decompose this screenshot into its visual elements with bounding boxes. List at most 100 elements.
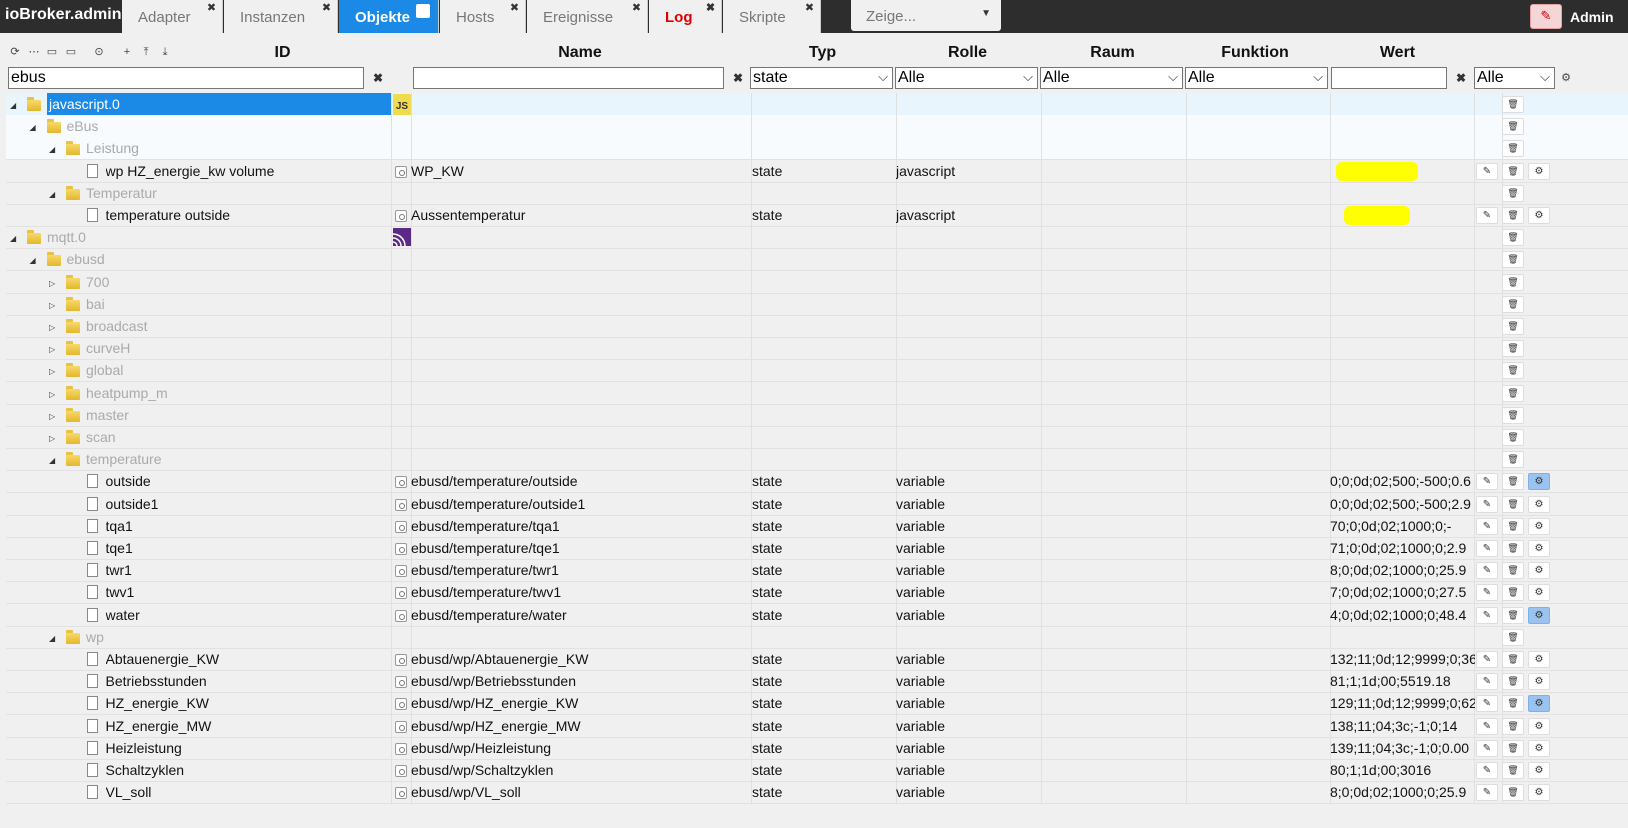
edit-button[interactable]: ✎: [1476, 673, 1498, 691]
rolle-filter-select[interactable]: Alle ⌵: [895, 67, 1038, 89]
refresh-icon[interactable]: ⟳: [8, 45, 22, 59]
expanded-arrow-icon[interactable]: ◢: [10, 101, 16, 110]
delete-button[interactable]: 🗑: [1502, 651, 1524, 668]
delete-button[interactable]: 🗑: [1502, 717, 1524, 735]
settings-button[interactable]: ⚙: [1528, 207, 1550, 224]
table-row[interactable]: ◢ eBus 🗑: [6, 115, 1628, 139]
admin-button[interactable]: ✎: [1530, 4, 1562, 29]
add-icon[interactable]: +: [120, 45, 134, 59]
settings-button[interactable]: ⚙: [1528, 162, 1550, 180]
edit-button[interactable]: ✎: [1476, 762, 1498, 779]
edit-button[interactable]: ✎: [1476, 540, 1498, 557]
table-row[interactable]: ▷ master 🗑: [6, 403, 1628, 427]
tab-hosts[interactable]: Hosts ✖: [440, 0, 526, 33]
delete-button[interactable]: 🗑: [1502, 295, 1524, 313]
tab-ereignisse[interactable]: Ereignisse ✖: [527, 0, 648, 33]
tab-log[interactable]: Log ✖: [649, 0, 722, 33]
settings-button[interactable]: ⚙: [1528, 584, 1550, 602]
edit-button[interactable]: ✎: [1476, 651, 1498, 668]
table-row[interactable]: ▷ global 🗑: [6, 359, 1628, 383]
edit-button[interactable]: ✎: [1476, 517, 1498, 535]
collapsed-arrow-icon[interactable]: ▷: [49, 345, 55, 354]
close-icon[interactable]: ✖: [321, 3, 332, 14]
edit-button[interactable]: ✎: [1476, 207, 1498, 224]
delete-button[interactable]: 🗑: [1502, 96, 1524, 113]
table-row[interactable]: HZ_energie_MW ebusd/wp/HZ_energie_MW state…: [6, 714, 1628, 738]
settings-button[interactable]: ⚙: [1528, 540, 1550, 557]
edit-button[interactable]: ✎: [1476, 784, 1498, 802]
delete-button[interactable]: 🗑: [1502, 762, 1524, 779]
table-row[interactable]: VL_soll ebusd/wp/VL_soll state variable 8;0;…: [6, 781, 1628, 805]
edit-button[interactable]: ✎: [1476, 495, 1498, 513]
column-header-raum[interactable]: Raum: [1070, 44, 1155, 62]
table-row[interactable]: ◢ mqtt.0 🗑: [6, 226, 1628, 250]
clear-icon[interactable]: ✖: [1454, 71, 1468, 85]
user-icon[interactable]: ⊙: [92, 45, 106, 59]
table-row[interactable]: Heizleistung ebusd/wp/Heizleistung state va…: [6, 736, 1628, 760]
delete-button[interactable]: 🗑: [1502, 739, 1524, 757]
table-row[interactable]: ◢ Temperatur 🗑: [6, 181, 1628, 205]
delete-button[interactable]: 🗑: [1502, 384, 1524, 402]
gear-icon[interactable]: ⚙: [1559, 71, 1573, 85]
column-header-name[interactable]: Name: [530, 44, 630, 62]
delete-button[interactable]: 🗑: [1502, 784, 1524, 802]
table-row[interactable]: ▷ scan 🗑: [6, 426, 1628, 449]
delete-button[interactable]: 🗑: [1502, 473, 1524, 491]
close-icon[interactable]: ✖: [509, 3, 520, 14]
expanded-arrow-icon[interactable]: ◢: [10, 234, 16, 243]
upload-icon[interactable]: ⤒: [139, 45, 153, 59]
edit-button[interactable]: ✎: [1476, 695, 1498, 713]
column-header-typ[interactable]: Typ: [780, 44, 865, 62]
delete-button[interactable]: 🗑: [1502, 273, 1524, 291]
collapsed-arrow-icon[interactable]: ▷: [49, 412, 55, 421]
raum-filter-select[interactable]: Alle ⌵: [1040, 67, 1183, 89]
expanded-arrow-icon[interactable]: ◢: [30, 123, 36, 132]
download-icon[interactable]: ⤓: [158, 45, 172, 59]
delete-button[interactable]: 🗑: [1502, 118, 1524, 136]
tab-adapter[interactable]: Adapter ✖: [122, 0, 223, 33]
delete-button[interactable]: 🗑: [1502, 140, 1524, 158]
edit-button[interactable]: ✎: [1476, 562, 1498, 580]
settings-button[interactable]: ⚙: [1528, 562, 1550, 580]
table-row[interactable]: ▷ curveH 🗑: [6, 337, 1628, 361]
column-header-wert[interactable]: Wert: [1355, 44, 1440, 62]
collapsed-arrow-icon[interactable]: ▷: [49, 390, 55, 399]
settings-button[interactable]: ⚙: [1528, 695, 1550, 713]
edit-button[interactable]: ✎: [1476, 584, 1498, 602]
expanded-arrow-icon[interactable]: ◢: [30, 256, 36, 265]
settings-button[interactable]: ⚙: [1528, 784, 1550, 802]
settings-button[interactable]: ⚙: [1528, 673, 1550, 691]
settings-button[interactable]: ⚙: [1528, 606, 1550, 624]
edit-button[interactable]: ✎: [1476, 473, 1498, 491]
delete-button[interactable]: 🗑: [1502, 451, 1524, 469]
wert-filter-input[interactable]: [1331, 67, 1447, 89]
table-row[interactable]: Abtauenergie_KW ebusd/wp/Abtauenergie_KW s…: [6, 648, 1628, 671]
collapsed-arrow-icon[interactable]: ▷: [49, 301, 55, 310]
delete-button[interactable]: 🗑: [1502, 362, 1524, 380]
expanded-arrow-icon[interactable]: ◢: [49, 456, 55, 465]
table-row[interactable]: ◢ ebusd 🗑: [6, 248, 1628, 272]
delete-button[interactable]: 🗑: [1502, 340, 1524, 358]
table-row[interactable]: ◢ temperature 🗑: [6, 448, 1628, 472]
table-row[interactable]: twv1 ebusd/temperature/twv1 state variable 7…: [6, 581, 1628, 605]
table-row[interactable]: ◢ wp 🗑: [6, 625, 1628, 649]
extra-filter-select[interactable]: Alle ⌵: [1474, 67, 1555, 89]
collapsed-arrow-icon[interactable]: ▷: [49, 279, 55, 288]
funktion-filter-select[interactable]: Alle ⌵: [1185, 67, 1328, 89]
tab-skripte[interactable]: Skripte ✖: [723, 0, 821, 33]
tab-instanzen[interactable]: Instanzen ✖: [224, 0, 338, 33]
delete-button[interactable]: 🗑: [1502, 184, 1524, 202]
settings-button[interactable]: ⚙: [1528, 717, 1550, 735]
close-icon[interactable]: ✖: [705, 3, 716, 14]
table-row[interactable]: ▷ bai 🗑: [6, 292, 1628, 316]
close-icon[interactable]: ✖: [206, 3, 217, 14]
folder-icon[interactable]: ▭: [64, 45, 78, 59]
edit-button[interactable]: ✎: [1476, 162, 1498, 180]
delete-button[interactable]: 🗑: [1502, 162, 1524, 180]
table-row[interactable]: tqe1 ebusd/temperature/tqe1 state variable 7…: [6, 537, 1628, 560]
expanded-arrow-icon[interactable]: ◢: [49, 190, 55, 199]
delete-button[interactable]: 🗑: [1502, 495, 1524, 513]
collapsed-arrow-icon[interactable]: ▷: [49, 434, 55, 443]
delete-button[interactable]: 🗑: [1502, 229, 1524, 247]
column-header-id[interactable]: ID: [240, 44, 325, 62]
